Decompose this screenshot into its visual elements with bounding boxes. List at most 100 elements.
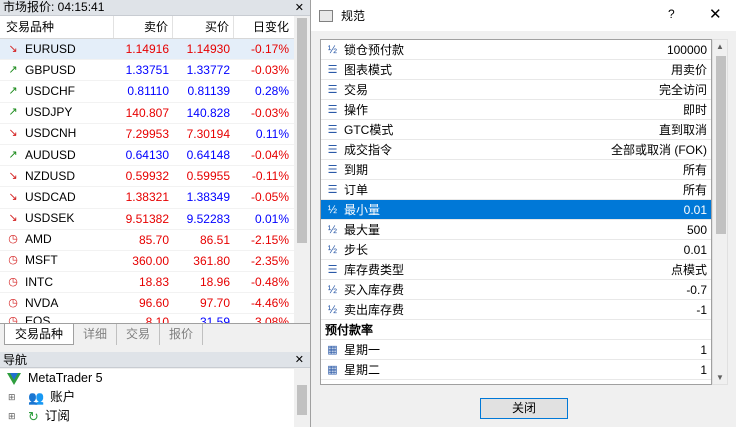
- close-button[interactable]: 关闭: [480, 398, 568, 419]
- market-watch-table: 交易品种 卖价 买价 日变化 ↘ EURUSD 1.14916 1.14930 -…: [0, 16, 294, 329]
- col-symbol[interactable]: 交易品种: [0, 16, 114, 38]
- spec-scrollbar[interactable]: ▲ ▼: [712, 39, 728, 385]
- subscriptions-icon: ↻: [28, 409, 39, 424]
- spec-row[interactable]: ½ 买入库存费 -0.7: [321, 280, 711, 300]
- spec-row[interactable]: ½ 锁仓预付款 100000: [321, 40, 711, 60]
- half-icon: ½: [327, 43, 338, 56]
- market-watch-close-icon[interactable]: ✕: [295, 1, 304, 16]
- list-icon: ☰: [327, 63, 338, 76]
- spec-row-selected[interactable]: ½ 最小量 0.01: [321, 200, 711, 220]
- clock-icon: ◷: [8, 275, 18, 288]
- market-watch-title: 市场报价: 04:15:41: [3, 0, 105, 14]
- accounts-icon: 👥: [28, 390, 45, 405]
- navigator-tree: MetaTrader 5 ⊞ 👥 账户 ⊞ ↻ 订阅: [0, 369, 294, 427]
- spec-row[interactable]: ☰ 图表模式 用卖价: [321, 60, 711, 80]
- scroll-down-icon[interactable]: ▼: [716, 373, 724, 382]
- market-watch-tabs: 交易品种 详细 交易 报价: [0, 323, 310, 345]
- half-icon: ½: [327, 203, 338, 216]
- market-watch-header: 交易品种 卖价 买价 日变化: [0, 16, 294, 39]
- nav-item-accounts[interactable]: ⊞ 👥 账户: [0, 388, 294, 407]
- clock-icon: ◷: [8, 254, 18, 267]
- spec-row[interactable]: ½ 步长 0.01: [321, 240, 711, 260]
- left-panel: 市场报价: 04:15:41 ✕ 交易品种 卖价 买价 日变化 ↘ EURUSD …: [0, 0, 310, 427]
- arrow-down-icon: ↘: [8, 169, 18, 182]
- table-row[interactable]: ◷ NVDA 96.60 97.70 -4.46%: [0, 293, 294, 315]
- list-icon: ☰: [327, 183, 338, 196]
- list-icon: ☰: [327, 83, 338, 96]
- nav-item-subscriptions[interactable]: ⊞ ↻ 订阅: [0, 407, 294, 426]
- half-icon: ½: [327, 283, 338, 296]
- spec-row[interactable]: ▦ 星期一 1: [321, 340, 711, 360]
- half-icon: ½: [327, 303, 338, 316]
- spec-row[interactable]: ☰ 操作 即时: [321, 100, 711, 120]
- navigator-scrollbar[interactable]: [294, 369, 310, 427]
- table-row[interactable]: ↘ USDCNH 7.29953 7.30194 0.11%: [0, 124, 294, 145]
- spec-row[interactable]: ☰ 成交指令 全部或取消 (FOK): [321, 140, 711, 160]
- clock-icon: ◷: [8, 233, 18, 246]
- col-change[interactable]: 日变化: [234, 16, 294, 38]
- nav-item-metatrader[interactable]: MetaTrader 5: [0, 369, 294, 388]
- table-row[interactable]: ↘ USDCAD 1.38321 1.38349 -0.05%: [0, 187, 294, 209]
- navigator-close-icon[interactable]: ✕: [295, 352, 304, 368]
- col-ask[interactable]: 买价: [173, 16, 234, 38]
- tab-details[interactable]: 详细: [74, 324, 118, 345]
- spec-row[interactable]: ☰ 交易 完全访问: [321, 80, 711, 100]
- list-icon: ☰: [327, 103, 338, 116]
- close-icon[interactable]: ✕: [709, 5, 722, 23]
- tab-trading[interactable]: 交易: [117, 324, 161, 345]
- table-row[interactable]: ◷ INTC 18.83 18.96 -0.48%: [0, 272, 294, 294]
- arrow-up-icon: ↗: [8, 84, 18, 97]
- table-row[interactable]: ↘ EURUSD 1.14916 1.14930 -0.17%: [0, 39, 294, 61]
- calendar-icon: ▦: [327, 343, 338, 356]
- table-row[interactable]: ↗ USDJPY 140.807 140.828 -0.03%: [0, 103, 294, 124]
- list-icon: ☰: [327, 143, 338, 156]
- table-row[interactable]: ↘ USDSEK 9.51382 9.52283 0.01%: [0, 209, 294, 230]
- col-bid[interactable]: 卖价: [114, 16, 173, 38]
- arrow-up-icon: ↗: [8, 148, 18, 161]
- half-icon: ½: [327, 223, 338, 236]
- clock-icon: ◷: [8, 296, 18, 309]
- scrollbar-thumb[interactable]: [297, 18, 307, 243]
- market-watch-scrollbar[interactable]: [294, 16, 310, 326]
- scroll-up-icon[interactable]: ▲: [716, 42, 724, 51]
- spec-row[interactable]: ½ 卖出库存费 -1: [321, 300, 711, 320]
- help-icon[interactable]: ?: [668, 7, 675, 21]
- table-row[interactable]: ↘ NZDUSD 0.59932 0.59955 -0.11%: [0, 166, 294, 188]
- tab-ticks[interactable]: 报价: [160, 324, 204, 345]
- spec-row[interactable]: ▦ 星期二 1: [321, 360, 711, 380]
- table-row[interactable]: ◷ MSFT 360.00 361.80 -2.35%: [0, 251, 294, 273]
- spec-row[interactable]: ☰ 库存费类型 点模式: [321, 260, 711, 280]
- tab-symbols[interactable]: 交易品种: [4, 324, 75, 345]
- expand-icon[interactable]: ⊞: [8, 388, 20, 407]
- scrollbar-thumb[interactable]: [297, 385, 307, 415]
- dialog-title-bar: 规范 ? ✕: [311, 0, 736, 31]
- spec-row[interactable]: ½ 最大量 500: [321, 220, 711, 240]
- section-header: 预付款率: [321, 320, 711, 340]
- navigator-title-bar: 导航 ✕: [0, 352, 310, 368]
- arrow-down-icon: ↘: [8, 212, 18, 225]
- table-row[interactable]: ↗ AUDUSD 0.64130 0.64148 -0.04%: [0, 145, 294, 167]
- spec-row[interactable]: ☰ GTC模式 直到取消: [321, 120, 711, 140]
- half-icon: ½: [327, 243, 338, 256]
- spec-row[interactable]: ☰ 订单 所有: [321, 180, 711, 200]
- arrow-down-icon: ↘: [8, 127, 18, 140]
- list-icon: ☰: [327, 163, 338, 176]
- list-icon: ☰: [327, 123, 338, 136]
- table-row[interactable]: ↗ GBPUSD 1.33751 1.33772 -0.03%: [0, 60, 294, 82]
- table-row[interactable]: ◷ AMD 85.70 86.51 -2.15%: [0, 230, 294, 251]
- arrow-up-icon: ↗: [8, 63, 18, 76]
- metatrader-logo-icon: [6, 372, 22, 386]
- calendar-icon: ▦: [327, 363, 338, 376]
- market-watch-title-bar: 市场报价: 04:15:41 ✕: [0, 0, 310, 16]
- list-icon: ☰: [327, 263, 338, 276]
- navigator-title: 导航: [3, 353, 28, 367]
- arrow-up-icon: ↗: [8, 106, 18, 119]
- table-row[interactable]: ↗ USDCHF 0.81110 0.81139 0.28%: [0, 81, 294, 103]
- spec-row[interactable]: ☰ 到期 所有: [321, 160, 711, 180]
- dialog-title: 规范: [341, 9, 366, 23]
- arrow-down-icon: ↘: [8, 42, 18, 55]
- scrollbar-thumb[interactable]: [716, 56, 726, 234]
- expand-icon[interactable]: ⊞: [8, 407, 20, 426]
- spec-grid: ½ 锁仓预付款 100000 ☰ 图表模式 用卖价 ☰ 交易 完全访问 ☰ 操作 即时 ☰ GTC…: [320, 39, 712, 385]
- specification-dialog: 规范 ? ✕ ½ 锁仓预付款 100000 ☰ 图表模式 用卖价 ☰ 交易 完全访问 ☰ 操作…: [310, 0, 736, 427]
